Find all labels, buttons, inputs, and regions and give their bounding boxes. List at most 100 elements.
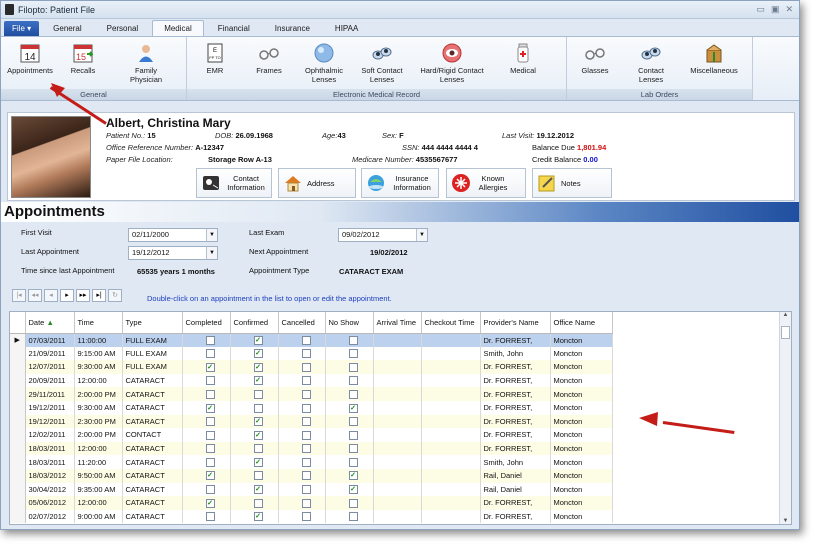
unchecked-checkbox[interactable]: [205, 485, 215, 495]
tab-medical[interactable]: Medical: [152, 20, 204, 36]
table-row[interactable]: 20/09/2011 12:00:00 CATARACT ✓ Dr. FORREST, M…: [10, 373, 613, 388]
cell-completed[interactable]: ✓: [182, 468, 231, 483]
column-office-name[interactable]: Office Name: [550, 312, 613, 334]
cell-confirmed[interactable]: ✓: [230, 360, 279, 374]
table-row[interactable]: 05/06/2012 12:00:00 CATARACT ✓ Dr. FORREST, M…: [10, 496, 613, 510]
checked-checkbox[interactable]: ✓: [205, 403, 215, 413]
unchecked-checkbox[interactable]: [205, 512, 215, 522]
unchecked-checkbox[interactable]: [205, 457, 215, 467]
cell-completed[interactable]: [182, 441, 231, 456]
cell-confirmed[interactable]: ✓: [230, 373, 279, 388]
last-record-button[interactable]: ▸|: [92, 289, 106, 302]
unchecked-checkbox[interactable]: [348, 417, 358, 427]
unchecked-checkbox[interactable]: [301, 485, 311, 495]
cell-confirmed[interactable]: [230, 387, 279, 401]
cell-cancelled[interactable]: [278, 428, 326, 442]
cell-cancelled[interactable]: [278, 346, 326, 361]
cell-cancelled[interactable]: [278, 400, 326, 415]
checked-checkbox[interactable]: ✓: [348, 485, 358, 495]
cell-no-show[interactable]: [325, 428, 374, 442]
insurance-information-button[interactable]: Insurance Information: [361, 168, 439, 198]
tab-general[interactable]: General: [42, 21, 92, 36]
tab-hipaa[interactable]: HIPAA: [324, 21, 369, 36]
cell-cancelled[interactable]: [278, 468, 326, 483]
cell-no-show[interactable]: [325, 373, 374, 388]
table-row[interactable]: 18/03/2011 12:00:00 CATARACT Dr. FORREST, Mo…: [10, 441, 613, 456]
checked-checkbox[interactable]: ✓: [253, 457, 263, 467]
first-visit-select[interactable]: 02/11/2000 ▼: [128, 228, 218, 242]
prev-page-button[interactable]: ◂◂: [28, 289, 42, 302]
cell-confirmed[interactable]: ✓: [230, 509, 279, 524]
unchecked-checkbox[interactable]: [348, 512, 358, 522]
unchecked-checkbox[interactable]: [348, 389, 358, 399]
unchecked-checkbox[interactable]: [348, 376, 358, 386]
cell-cancelled[interactable]: [278, 509, 326, 524]
column-checkout-time[interactable]: Checkout Time: [421, 312, 481, 334]
checked-checkbox[interactable]: ✓: [348, 403, 358, 413]
unchecked-checkbox[interactable]: [301, 376, 311, 386]
column-no-show[interactable]: No Show: [325, 312, 374, 334]
contact-information-button[interactable]: Contact Information: [196, 168, 272, 198]
appointments-grid[interactable]: Date ▲ Time Type Completed Confirmed Can…: [9, 311, 792, 525]
table-row[interactable]: 21/09/2011 9:15:00 AM FULL EXAM ✓ Smith, Joh…: [10, 346, 613, 361]
cell-confirmed[interactable]: ✓: [230, 414, 279, 429]
checked-checkbox[interactable]: ✓: [205, 498, 215, 508]
cell-completed[interactable]: [182, 482, 231, 497]
last-exam-select[interactable]: 09/02/2012 ▼: [338, 228, 428, 242]
unchecked-checkbox[interactable]: [348, 430, 358, 440]
unchecked-checkbox[interactable]: [253, 403, 263, 413]
known-allergies-button[interactable]: Known Allergies: [446, 168, 526, 198]
cell-cancelled[interactable]: [278, 441, 326, 456]
cell-completed[interactable]: [182, 455, 231, 469]
checked-checkbox[interactable]: ✓: [205, 471, 215, 481]
table-row[interactable]: 30/04/2012 9:35:00 AM CATARACT ✓ ✓ Rail, Dani…: [10, 482, 613, 497]
cell-no-show[interactable]: [325, 441, 374, 456]
cell-cancelled[interactable]: [278, 333, 326, 347]
unchecked-checkbox[interactable]: [348, 457, 358, 467]
notes-button[interactable]: Notes: [532, 168, 612, 198]
unchecked-checkbox[interactable]: [253, 498, 263, 508]
cell-cancelled[interactable]: [278, 373, 326, 388]
cell-completed[interactable]: [182, 428, 231, 442]
cell-no-show[interactable]: [325, 333, 374, 347]
tab-financial[interactable]: Financial: [207, 21, 261, 36]
checked-checkbox[interactable]: ✓: [253, 485, 263, 495]
table-row[interactable]: 29/11/2011 2:00:00 PM CATARACT Dr. FORREST,…: [10, 387, 613, 401]
unchecked-checkbox[interactable]: [301, 403, 311, 413]
first-record-button[interactable]: |◂: [12, 289, 26, 302]
unchecked-checkbox[interactable]: [301, 430, 311, 440]
cell-completed[interactable]: [182, 387, 231, 401]
unchecked-checkbox[interactable]: [301, 417, 311, 427]
unchecked-checkbox[interactable]: [205, 349, 215, 359]
close-icon[interactable]: ✕: [785, 4, 793, 15]
cell-confirmed[interactable]: [230, 400, 279, 415]
unchecked-checkbox[interactable]: [253, 471, 263, 481]
unchecked-checkbox[interactable]: [301, 512, 311, 522]
next-page-button[interactable]: ▸▸: [76, 289, 90, 302]
column-date[interactable]: Date ▲: [25, 312, 75, 334]
column-completed[interactable]: Completed: [182, 312, 231, 334]
unchecked-checkbox[interactable]: [301, 389, 311, 399]
table-row[interactable]: 12/07/2011 9:30:00 AM FULL EXAM ✓ ✓ Dr. FORRE…: [10, 360, 613, 374]
table-row[interactable]: 19/12/2011 9:30:00 AM CATARACT ✓ ✓ Dr. FORRES…: [10, 400, 613, 415]
cell-cancelled[interactable]: [278, 496, 326, 510]
column-arrival-time[interactable]: Arrival Time: [373, 312, 422, 334]
unchecked-checkbox[interactable]: [348, 362, 358, 372]
table-row[interactable]: 19/12/2011 2:30:00 PM CATARACT ✓ Dr. FORREST…: [10, 414, 613, 429]
cell-completed[interactable]: [182, 509, 231, 524]
cell-no-show[interactable]: [325, 414, 374, 429]
maximize-icon[interactable]: ▣: [771, 4, 780, 15]
cell-confirmed[interactable]: [230, 496, 279, 510]
unchecked-checkbox[interactable]: [301, 471, 311, 481]
column-type[interactable]: Type: [122, 312, 183, 334]
unchecked-checkbox[interactable]: [205, 389, 215, 399]
table-row[interactable]: 18/03/2011 11:20:00 CATARACT ✓ Smith, John Mo…: [10, 455, 613, 469]
cell-cancelled[interactable]: [278, 387, 326, 401]
unchecked-checkbox[interactable]: [205, 417, 215, 427]
checked-checkbox[interactable]: ✓: [253, 430, 263, 440]
cell-no-show[interactable]: [325, 455, 374, 469]
checked-checkbox[interactable]: ✓: [205, 362, 215, 372]
tab-personal[interactable]: Personal: [96, 21, 150, 36]
cell-confirmed[interactable]: [230, 468, 279, 483]
cell-no-show[interactable]: ✓: [325, 400, 374, 415]
